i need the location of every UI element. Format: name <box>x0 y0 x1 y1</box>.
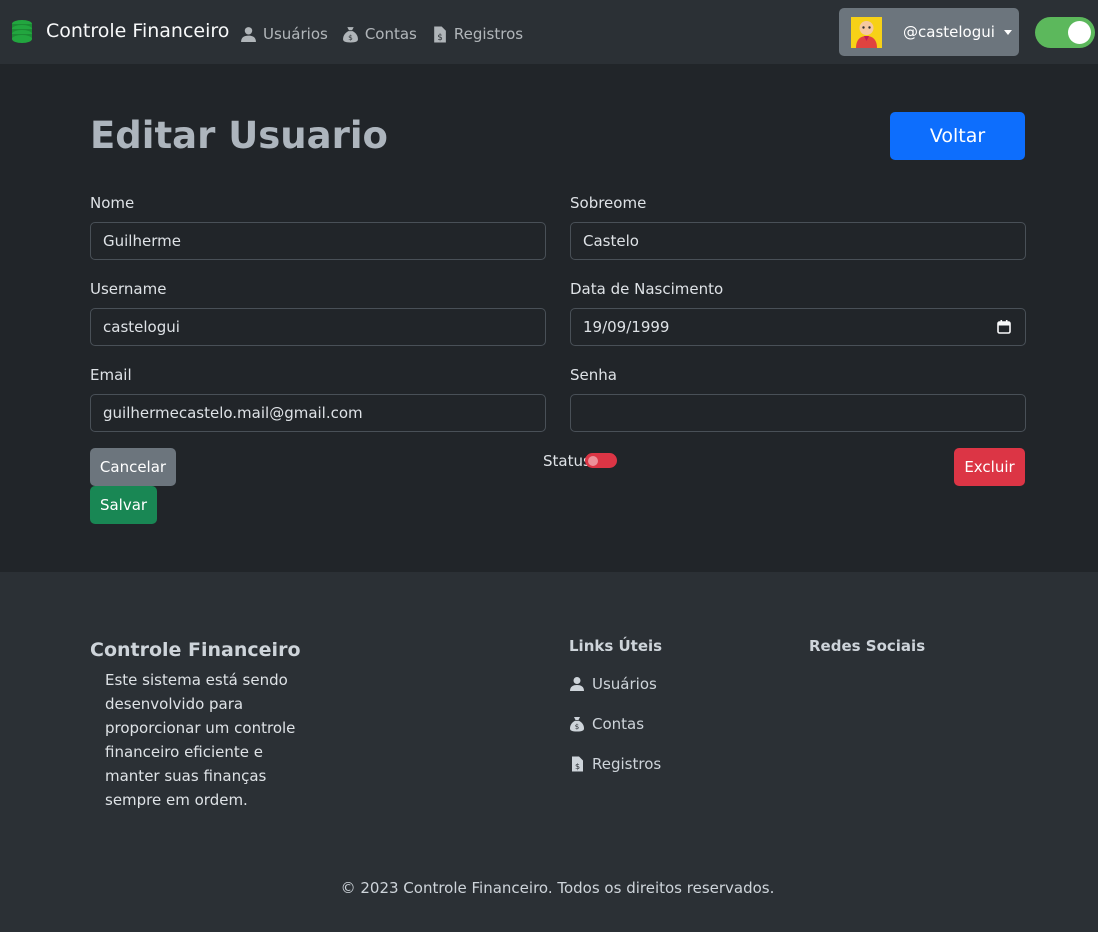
back-button[interactable]: Voltar <box>890 112 1025 160</box>
chevron-down-icon <box>1003 29 1012 35</box>
nav-link-usuarios[interactable]: Usuários <box>240 25 328 43</box>
nav-links: Usuários $ Contas $ Registros <box>240 25 537 43</box>
user-icon <box>570 677 584 691</box>
copyright-text: © 2023 Controle Financeiro. Todos os dir… <box>340 879 775 897</box>
birthdate-input[interactable]: 19/09/1999 <box>570 308 1026 346</box>
footer: Controle Financeiro Este sistema está se… <box>0 572 1098 932</box>
nav-link-registros[interactable]: $ Registros <box>431 25 523 43</box>
brand-link[interactable]: Controle Financeiro <box>11 19 229 43</box>
invoice-icon: $ <box>572 756 583 772</box>
svg-text:$: $ <box>575 723 579 731</box>
nav-link-contas[interactable]: $ Contas <box>342 25 417 43</box>
senha-label: Senha <box>570 366 617 384</box>
nascimento-label: Data de Nascimento <box>570 280 724 298</box>
footer-link-label: Registros <box>592 755 662 773</box>
avatar <box>851 16 882 48</box>
footer-link-contas[interactable]: $ Contas <box>569 715 644 733</box>
nav-link-label: Registros <box>453 25 524 43</box>
save-button[interactable]: Salvar <box>90 486 157 524</box>
nome-input[interactable]: Guilherme <box>90 222 546 260</box>
nav-link-label: Contas <box>364 25 417 43</box>
user-dropdown-button[interactable]: @castelogui <box>839 8 1019 56</box>
username-label: @castelogui <box>903 23 995 41</box>
footer-brand: Controle Financeiro <box>90 639 301 661</box>
footer-social-heading: Redes Sociais <box>809 637 926 655</box>
user-icon <box>241 26 256 42</box>
status-toggle[interactable] <box>585 453 617 468</box>
invoice-icon: $ <box>434 26 446 42</box>
footer-link-label: Usuários <box>592 675 657 693</box>
toggle-knob <box>1068 21 1091 44</box>
email-label: Email <box>90 366 132 384</box>
nome-label: Nome <box>90 194 135 212</box>
nav-link-label: Usuários <box>263 25 328 43</box>
username-field-label: Username <box>90 280 167 298</box>
svg-text:$: $ <box>437 32 442 42</box>
birthdate-value: 19/09/1999 <box>583 318 670 336</box>
footer-link-registros[interactable]: $ Registros <box>569 755 661 773</box>
footer-link-usuarios[interactable]: Usuários <box>569 675 657 693</box>
money-bag-icon: $ <box>342 26 358 42</box>
footer-link-label: Contas <box>592 715 645 733</box>
svg-text:$: $ <box>575 762 580 771</box>
money-bag-icon: $ <box>570 717 584 732</box>
footer-links-heading: Links Úteis <box>569 637 663 655</box>
navbar: Controle Financeiro Usuários $ Contas $ … <box>0 0 1098 64</box>
delete-button[interactable]: Excluir <box>954 448 1025 486</box>
brand-title: Controle Financeiro <box>46 20 230 42</box>
main-content: Editar Usuario Voltar Nome Guilherme Sob… <box>0 64 1098 572</box>
cancel-button[interactable]: Cancelar <box>90 448 176 486</box>
password-input[interactable] <box>570 394 1026 432</box>
sobrenome-label: Sobreome <box>570 194 647 212</box>
theme-toggle[interactable] <box>1035 17 1095 48</box>
coins-icon <box>12 20 32 43</box>
email-input[interactable]: guilhermecastelo.mail@gmail.com <box>90 394 546 432</box>
page-title: Editar Usuario <box>90 114 388 157</box>
sobrenome-value: Castelo <box>583 232 639 250</box>
toggle-knob <box>588 455 598 466</box>
username-input[interactable]: castelogui <box>90 308 546 346</box>
calendar-icon[interactable] <box>997 320 1011 334</box>
sobrenome-input[interactable]: Castelo <box>570 222 1026 260</box>
svg-text:$: $ <box>348 32 353 41</box>
email-value: guilhermecastelo.mail@gmail.com <box>103 404 363 422</box>
status-label: Status <box>543 452 591 470</box>
username-value: castelogui <box>103 318 180 336</box>
footer-description: Este sistema está sendo desenvolvido par… <box>105 671 296 809</box>
nome-value: Guilherme <box>103 232 181 250</box>
